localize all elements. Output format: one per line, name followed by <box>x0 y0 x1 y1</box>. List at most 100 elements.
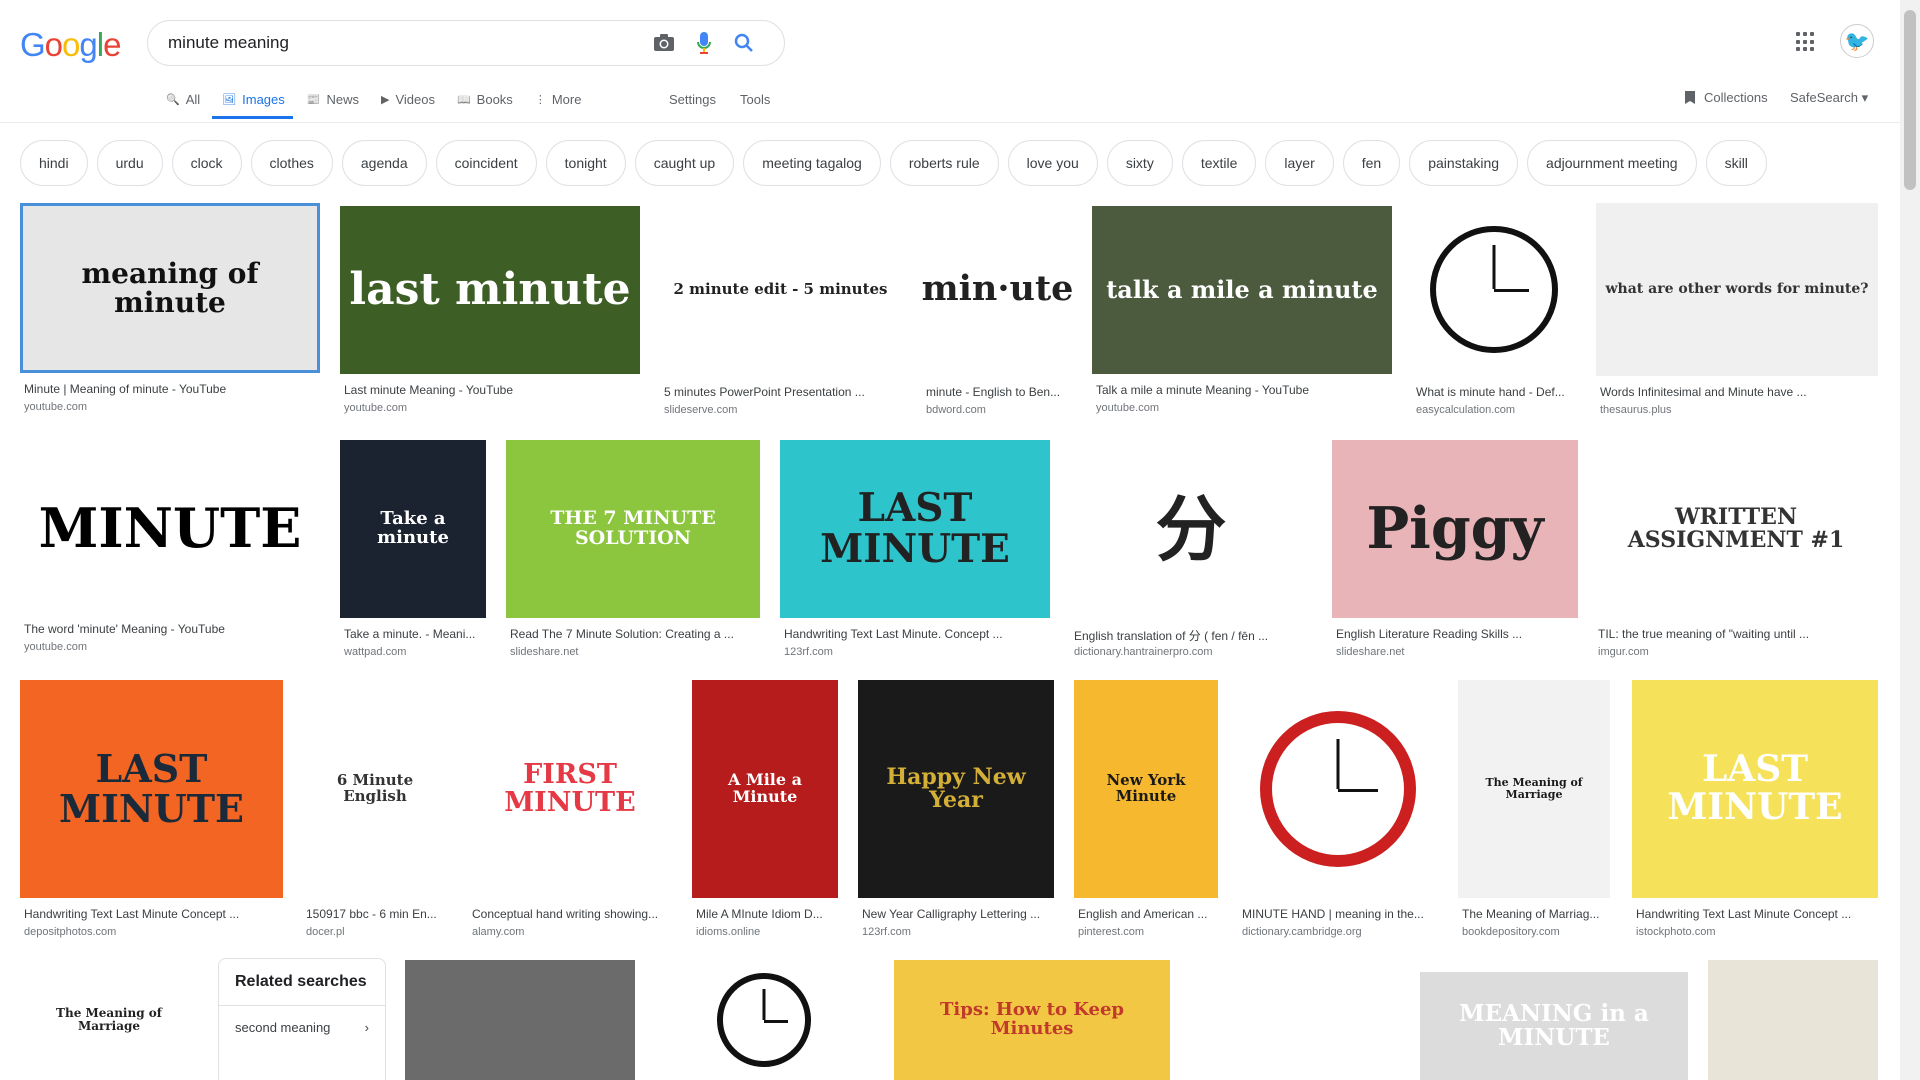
result-thumbnail[interactable]: LAST MINUTE <box>780 440 1050 618</box>
chip-coincident[interactable]: coincident <box>435 140 537 186</box>
result-title[interactable]: Handwriting Text Last Minute. Concept ..… <box>784 627 1050 641</box>
image-result[interactable]: MINUTE HAND | meaning in the... dictionar… <box>1238 680 1438 942</box>
result-source[interactable]: depositphotos.com <box>24 926 116 938</box>
result-thumbnail[interactable]: WRITTEN ASSIGNMENT #1 <box>1594 440 1878 618</box>
mic-icon[interactable] <box>684 23 724 63</box>
result-title[interactable]: New Year Calligraphy Lettering ... <box>862 907 1054 921</box>
result-title[interactable]: Minute | Meaning of minute - YouTube <box>24 382 320 396</box>
result-thumbnail[interactable]: A Mile a Minute <box>692 680 838 898</box>
image-result[interactable]: Take a minute Take a minute. - Meani... wa… <box>340 440 486 662</box>
chip-layer[interactable]: layer <box>1265 140 1334 186</box>
result-source[interactable]: imgur.com <box>1598 646 1649 658</box>
page-scrollbar[interactable] <box>1900 0 1920 1080</box>
result-source[interactable]: youtube.com <box>24 641 87 653</box>
result-thumbnail[interactable]: THE 7 MINUTE SOLUTION <box>506 440 760 618</box>
chip-adjournment-meeting[interactable]: adjournment meeting <box>1527 140 1697 186</box>
result-title[interactable]: MINUTE HAND | meaning in the... <box>1242 907 1438 921</box>
result-source[interactable]: istockphoto.com <box>1636 926 1715 938</box>
result-thumbnail[interactable]: meaning of minute <box>20 203 320 373</box>
result-source[interactable]: bdword.com <box>926 404 986 416</box>
image-result[interactable]: meaning of minute Minute | Meaning of min… <box>20 203 320 417</box>
image-result[interactable]: 2 minute edit - 5 minutes 5 minutes Power… <box>660 203 901 420</box>
chip-meeting-tagalog[interactable]: meeting tagalog <box>743 140 881 186</box>
result-title[interactable]: Take a minute. - Meani... <box>344 627 486 641</box>
image-result[interactable]: LAST MINUTE Handwriting Text Last Minute.… <box>780 440 1050 662</box>
result-source[interactable]: dictionary.hantrainerpro.com <box>1074 646 1213 658</box>
result-title[interactable]: minute - English to Ben... <box>926 385 1073 399</box>
result-thumbnail[interactable] <box>654 960 874 1080</box>
result-title[interactable]: The Meaning of Marriag... <box>1462 907 1610 921</box>
image-result[interactable] <box>1190 964 1398 1080</box>
search-input[interactable] <box>168 33 644 53</box>
chip-roberts-rule[interactable]: roberts rule <box>889 140 999 186</box>
result-source[interactable]: idioms.online <box>696 926 760 938</box>
result-thumbnail[interactable]: MINUTE <box>20 443 320 613</box>
result-source[interactable]: thesaurus.plus <box>1600 404 1672 416</box>
result-thumbnail[interactable]: The Meaning of Marriage <box>20 960 198 1080</box>
image-result[interactable]: A Mile a Minute Mile A MInute Idiom D... i… <box>692 680 838 942</box>
image-result[interactable]: min·ute minute - English to Ben... bdword.… <box>922 203 1073 420</box>
tab-more[interactable]: ⋮ More <box>535 86 594 119</box>
result-title[interactable]: Conceptual hand writing showing... <box>472 907 672 921</box>
scrollbar-thumb[interactable] <box>1904 10 1916 190</box>
chip-urdu[interactable]: urdu <box>96 140 163 186</box>
result-title[interactable]: Read The 7 Minute Solution: Creating a .… <box>510 627 760 641</box>
result-thumbnail[interactable]: 2 minute edit - 5 minutes <box>660 203 901 376</box>
image-result[interactable]: what are other words for minute? Words In… <box>1596 203 1878 420</box>
result-source[interactable]: 123rf.com <box>862 926 911 938</box>
result-thumbnail[interactable]: LAST MINUTE <box>20 680 283 898</box>
image-result[interactable]: minute hand What is minute hand - Def... e… <box>1412 203 1576 420</box>
image-result[interactable] <box>1708 960 1878 1080</box>
result-source[interactable]: pinterest.com <box>1078 926 1144 938</box>
image-result[interactable]: New York Minute English and American ... p… <box>1074 680 1218 942</box>
result-title[interactable]: Last minute Meaning - YouTube <box>344 383 640 397</box>
image-result[interactable] <box>405 960 635 1080</box>
result-source[interactable]: dictionary.cambridge.org <box>1242 926 1362 938</box>
tools-link[interactable]: Tools <box>740 92 770 107</box>
result-thumbnail[interactable]: Happy New Year <box>858 680 1054 898</box>
chip-hindi[interactable]: hindi <box>20 140 88 186</box>
result-thumbnail[interactable]: Piggy <box>1332 440 1578 618</box>
image-result[interactable]: Happy New Year New Year Calligraphy Lette… <box>858 680 1054 942</box>
result-title[interactable]: English translation of 分 ( fen / fēn ... <box>1074 627 1312 644</box>
tab-images[interactable]: 🖼 Images <box>212 86 297 119</box>
tab-books[interactable]: 📖 Books <box>457 86 525 119</box>
chip-sixty[interactable]: sixty <box>1106 140 1173 186</box>
collections-link[interactable]: Collections <box>1684 90 1768 105</box>
image-result[interactable]: 6 Minute English 150917 bbc - 6 min En...… <box>302 680 448 942</box>
chip-caught-up[interactable]: caught up <box>634 140 735 186</box>
result-thumbnail[interactable]: FIRST MINUTE <box>468 680 672 898</box>
image-result[interactable]: FIRST MINUTE Conceptual hand writing show… <box>468 680 672 942</box>
image-result[interactable]: WRITTEN ASSIGNMENT #1 TIL: the true meani… <box>1594 440 1878 662</box>
result-thumbnail[interactable] <box>1190 964 1398 1080</box>
image-result[interactable] <box>654 960 874 1080</box>
result-source[interactable]: youtube.com <box>1096 402 1159 414</box>
image-result[interactable]: Tips: How to Keep Minutes <box>894 960 1170 1080</box>
account-avatar[interactable]: 🐦 <box>1840 24 1874 58</box>
chip-clock[interactable]: clock <box>171 140 242 186</box>
result-source[interactable]: slideshare.net <box>510 646 579 658</box>
chip-skill[interactable]: skill <box>1705 140 1767 186</box>
result-title[interactable]: 150917 bbc - 6 min En... <box>306 907 448 921</box>
image-result[interactable]: LAST MINUTE Handwriting Text Last Minute … <box>20 680 283 942</box>
result-title[interactable]: TIL: the true meaning of "waiting until … <box>1598 627 1878 641</box>
image-result[interactable]: LAST MINUTE Handwriting Text Last Minute … <box>1632 680 1878 942</box>
image-result[interactable]: The Meaning of Marriage The Meaning of Ma… <box>1458 680 1610 942</box>
search-icon[interactable] <box>724 23 764 63</box>
result-thumbnail[interactable]: LAST MINUTE <box>1632 680 1878 898</box>
result-source[interactable]: 123rf.com <box>784 646 833 658</box>
result-title[interactable]: The word 'minute' Meaning - YouTube <box>24 622 320 636</box>
result-thumbnail[interactable]: Take a minute <box>340 440 486 618</box>
result-thumbnail[interactable]: min·ute <box>922 203 1073 376</box>
related-search-item[interactable]: second meaning › <box>219 1006 385 1049</box>
tab-news[interactable]: 📰 News <box>307 86 371 119</box>
result-title[interactable]: Words Infinitesimal and Minute have ... <box>1600 385 1878 399</box>
image-result[interactable]: Piggy English Literature Reading Skills .… <box>1332 440 1578 662</box>
tab-all[interactable]: 🔍 All <box>166 86 212 119</box>
result-thumbnail[interactable]: MEANING in a MINUTE <box>1420 972 1688 1080</box>
result-thumbnail[interactable]: what are other words for minute? <box>1596 203 1878 376</box>
result-thumbnail[interactable]: last minute <box>340 206 640 374</box>
result-thumbnail[interactable] <box>1238 680 1438 898</box>
result-source[interactable]: bookdepository.com <box>1462 926 1560 938</box>
result-title[interactable]: Talk a mile a minute Meaning - YouTube <box>1096 383 1392 397</box>
